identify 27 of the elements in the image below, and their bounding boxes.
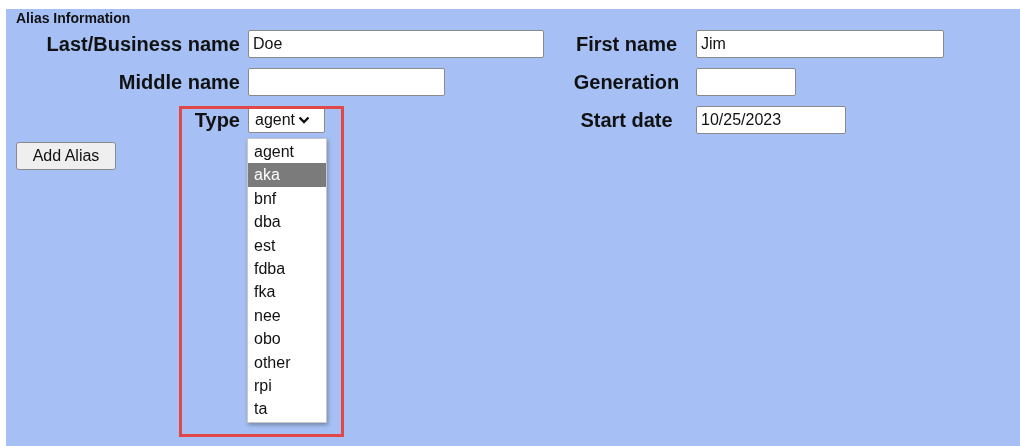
dropdown-option[interactable]: fka — [248, 280, 326, 304]
dropdown-option[interactable]: est — [248, 233, 326, 257]
field-label: Type — [193, 108, 240, 132]
dropdown-option[interactable]: fdba — [248, 256, 326, 281]
dropdown-option[interactable]: dba — [248, 210, 326, 234]
text-field[interactable]: Jim — [696, 30, 944, 58]
dropdown-option[interactable]: agent — [248, 140, 326, 164]
add-alias-button[interactable]: Add Alias — [16, 142, 116, 170]
dropdown-option[interactable]: aka — [248, 163, 326, 187]
type-select[interactable]: agent — [248, 107, 325, 133]
field-label: Generation — [572, 70, 681, 94]
text-field[interactable] — [696, 68, 796, 96]
field-label: First name — [574, 32, 679, 56]
text-field[interactable]: Doe — [248, 30, 544, 58]
chevron-down-icon — [298, 116, 311, 124]
dropdown-option[interactable]: ta — [248, 397, 326, 421]
field-label: Middle name — [117, 70, 240, 94]
text-field[interactable]: 10/25/2023 — [696, 106, 846, 134]
section-title: Alias Information — [15, 9, 132, 27]
dropdown-option[interactable]: other — [248, 350, 326, 374]
field-label: Last/Business name — [45, 32, 240, 56]
dropdown-option[interactable]: obo — [248, 327, 326, 351]
field-label: Start date — [579, 108, 674, 132]
dropdown-option[interactable]: bnf — [248, 186, 326, 211]
dropdown-option[interactable]: rpi — [248, 373, 326, 398]
dropdown-option[interactable]: nee — [248, 303, 326, 328]
text-field[interactable] — [248, 68, 445, 96]
